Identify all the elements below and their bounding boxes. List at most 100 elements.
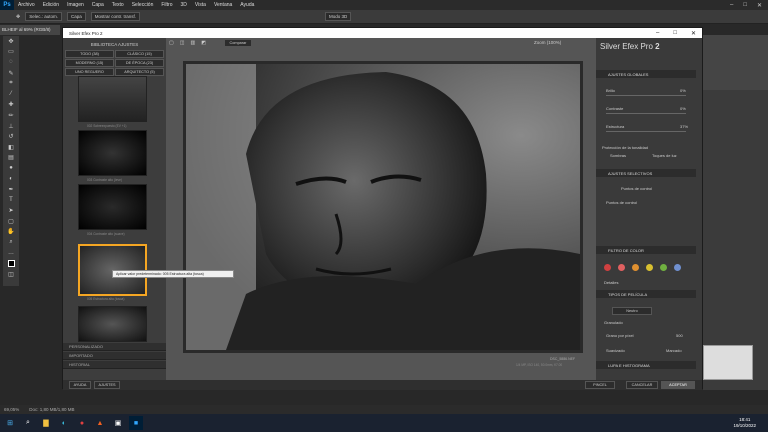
filter-clasico[interactable]: CLÁSICO (15) [115, 50, 164, 58]
menu-edicion[interactable]: Edición [39, 2, 63, 8]
preset-thumb[interactable] [78, 306, 147, 342]
control-points-button[interactable]: Puntos de control [621, 186, 652, 191]
history-brush-icon[interactable]: ↺ [3, 131, 19, 142]
help-button[interactable]: AYUDA [69, 381, 91, 389]
slider-brillo[interactable] [606, 95, 686, 96]
zoom-icon[interactable]: ⌕ [3, 237, 19, 248]
filter-epoca[interactable]: DE ÉPOCA (23) [115, 59, 164, 67]
menu-ventana[interactable]: Ventana [210, 2, 236, 8]
film-type-dropdown[interactable]: Neutro [612, 307, 652, 315]
section-selective[interactable]: AJUSTES SELECTIVOS [596, 169, 696, 177]
preset-thumb[interactable] [78, 130, 147, 176]
photoshop-taskbar-icon[interactable]: ■ [129, 416, 143, 430]
eraser-icon[interactable]: ◧ [3, 142, 19, 153]
auto-select-checkbox[interactable]: Selec.: autom. [25, 12, 62, 21]
preview-image[interactable] [183, 61, 583, 353]
filter-arquitecto[interactable]: ARQUITECTO (5) [115, 68, 164, 76]
menu-vista[interactable]: Vista [191, 2, 210, 8]
preset-label: 002 Sobreexpuesto (EV +1) [87, 124, 127, 128]
view-side-icon[interactable]: ▥ [190, 40, 195, 46]
gradient-icon[interactable]: ▤ [3, 153, 19, 164]
filter-todo[interactable]: TODO (38) [65, 50, 114, 58]
crop-icon[interactable]: ⌗ [3, 78, 19, 89]
preset-library-header[interactable]: BIBLIOTECA AJUSTES [63, 40, 166, 48]
section-personalizado[interactable]: PERSONALIZADO [63, 343, 166, 351]
folder-icon[interactable]: ▇ [39, 416, 53, 430]
close-icon[interactable]: ✕ [757, 2, 762, 9]
chrome-icon[interactable]: ● [75, 416, 89, 430]
accept-button[interactable]: ACEPTAR [661, 381, 695, 389]
section-color-filter[interactable]: FILTRO DE COLOR [596, 246, 696, 254]
filter-swatch[interactable] [674, 264, 681, 271]
menu-texto[interactable]: Texto [108, 2, 128, 8]
section-global[interactable]: AJUSTES GLOBALES [596, 70, 696, 78]
blur-icon[interactable]: ● [3, 163, 19, 174]
menu-ayuda[interactable]: Ayuda [236, 2, 258, 8]
minimize-icon[interactable]: – [730, 2, 733, 9]
menu-seleccion[interactable]: Selección [128, 2, 158, 8]
plugin-bottombar: AYUDA AJUSTES PINCEL CANCELAR ACEPTAR [63, 380, 702, 390]
filter-moderno[interactable]: MODERNO (15) [65, 59, 114, 67]
filter-swatch[interactable] [660, 264, 667, 271]
move-icon[interactable]: ✥ [3, 36, 19, 47]
brush-button[interactable]: PINCEL [585, 381, 615, 389]
healing-icon[interactable]: ✚ [3, 100, 19, 111]
color-swatch-icon[interactable] [3, 258, 19, 269]
minimize-icon[interactable]: – [656, 30, 659, 37]
auto-select-dropdown[interactable]: Capa [66, 12, 86, 21]
menu-3d[interactable]: 3D [177, 2, 191, 8]
settings-button[interactable]: AJUSTES [94, 381, 120, 389]
section-film-types[interactable]: TIPOS DE PELÍCULA [596, 290, 696, 298]
edge-icon[interactable]: ◐ [57, 416, 71, 430]
filter-swatch[interactable] [618, 264, 625, 271]
lasso-icon[interactable]: ◌ [3, 57, 19, 68]
media-icon[interactable]: ▣ [111, 416, 125, 430]
quick-select-icon[interactable]: ✎ [3, 68, 19, 79]
maximize-icon[interactable]: □ [673, 30, 677, 37]
filter-uno-reguero[interactable]: UNO REGUERO [65, 68, 114, 76]
show-transform-checkbox[interactable]: Mostrar contr. transf. [90, 12, 140, 21]
maximize-icon[interactable]: □ [743, 2, 747, 9]
menu-imagen[interactable]: Imagen [63, 2, 88, 8]
close-icon[interactable]: ✕ [691, 30, 696, 37]
preview-area: ▢ ◫ ▥ ◩ Comparar Zoom (100%) DSC_5886.NE… [166, 38, 596, 380]
path-select-icon[interactable]: ➤ [3, 206, 19, 217]
dodge-icon[interactable]: ◐ [3, 174, 19, 185]
slider-estructura[interactable] [606, 131, 686, 132]
filter-swatch[interactable] [646, 264, 653, 271]
filter-swatch[interactable] [604, 264, 611, 271]
eyedropper-icon[interactable]: ⁄ [3, 89, 19, 100]
cancel-button[interactable]: CANCELAR [626, 381, 658, 389]
view-single-icon[interactable]: ▢ [169, 40, 174, 46]
preset-thumb[interactable] [78, 76, 147, 122]
details-label[interactable]: Detalles [604, 280, 618, 285]
search-icon[interactable]: ⌕ [21, 416, 35, 430]
shape-icon[interactable]: ▢ [3, 216, 19, 227]
stamp-icon[interactable]: ⊥ [3, 121, 19, 132]
menu-capa[interactable]: Capa [88, 2, 108, 8]
view-split-icon[interactable]: ◫ [180, 40, 185, 46]
windows-start-icon[interactable]: ⊞ [3, 416, 17, 430]
move-tool-icon[interactable]: ✥ [16, 14, 20, 20]
brush-icon[interactable]: ✏ [3, 110, 19, 121]
document-tab[interactable]: BLHEIF al 69% (RGB/8) [0, 25, 60, 35]
zoom-dropdown[interactable]: Zoom (100%) [534, 40, 561, 45]
quick-mask-icon[interactable]: ◫ [3, 269, 19, 280]
slider-contraste[interactable] [606, 113, 686, 114]
compare-button[interactable]: Comparar [224, 39, 252, 47]
view-bg-icon[interactable]: ◩ [201, 40, 206, 46]
type-icon[interactable]: T [3, 195, 19, 206]
section-loupe[interactable]: LUPA E HISTOGRAMA [596, 361, 696, 369]
brave-icon[interactable]: ▲ [93, 416, 107, 430]
clock[interactable]: 18:41 19/10/2022 [733, 417, 768, 429]
filter-swatch[interactable] [632, 264, 639, 271]
menu-filtro[interactable]: Filtro [157, 2, 176, 8]
section-importado[interactable]: IMPORTADO [63, 352, 166, 360]
section-historial[interactable]: HISTORIAL [63, 361, 166, 369]
preset-thumb[interactable] [78, 184, 147, 230]
more-tools-icon[interactable]: … [3, 248, 19, 259]
pen-icon[interactable]: ✒ [3, 184, 19, 195]
hand-icon[interactable]: ✋ [3, 227, 19, 238]
marquee-icon[interactable]: ▭ [3, 47, 19, 58]
menu-archivo[interactable]: Archivo [14, 2, 39, 8]
